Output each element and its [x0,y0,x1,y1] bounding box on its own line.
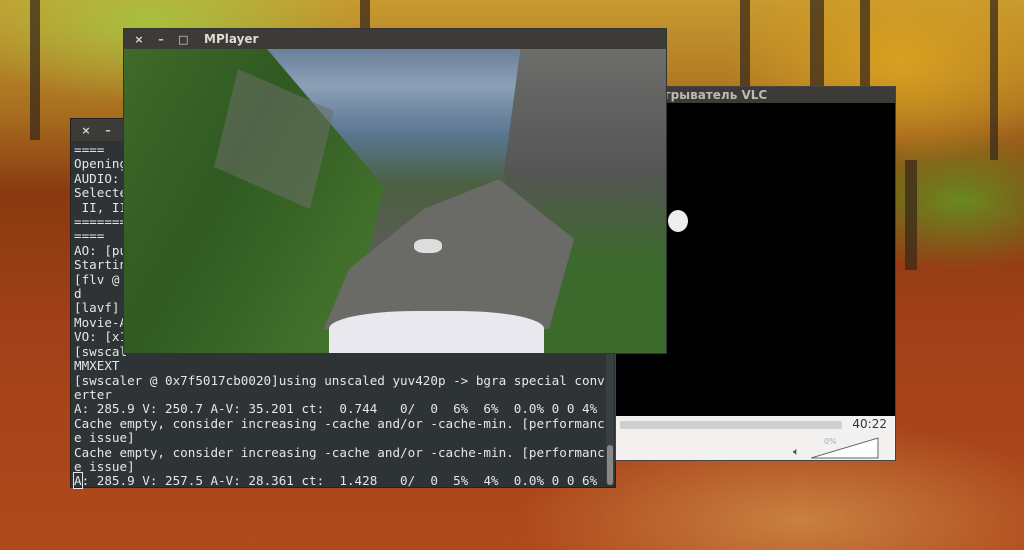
terminal-line: MMXEXT [74,358,120,374]
volume-slider[interactable] [811,437,879,459]
close-button[interactable]: × [81,124,91,137]
duration-label: 40:22 [852,417,887,431]
terminal-line: A: 285.9 V: 257.5 A-V: 28.361 ct: 1.428 … [73,472,605,490]
seek-bar[interactable] [620,421,842,429]
terminal-status-text: : 285.9 V: 257.5 A-V: 28.361 ct: 1.428 0… [81,473,598,489]
terminal-cursor: A [73,472,83,490]
minimize-button[interactable]: – [103,124,113,137]
terminal-line: Cache empty, consider increasing -cache … [74,415,605,431]
mplayer-titlebar[interactable]: × – □ MPlayer [124,29,666,49]
close-button[interactable]: × [134,33,144,46]
mplayer-window[interactable]: × – □ MPlayer [123,28,667,354]
minimize-button[interactable]: – [156,33,166,46]
mplayer-video-frame[interactable] [124,49,666,353]
speaker-icon[interactable]: 🔈︎ [793,445,800,459]
maximize-button[interactable]: □ [178,33,188,46]
terminal-line: A: 285.9 V: 250.7 A-V: 35.201 ct: 0.744 … [74,401,598,417]
terminal-line: erter [74,386,112,402]
video-frame-fragment [668,210,688,232]
terminal-line: e issue] [74,430,135,446]
scrollbar-thumb[interactable] [607,445,613,485]
terminal-line: [swscaler @ 0x7f5017cb0020]using unscale… [74,372,605,388]
window-title: MPlayer [204,32,259,46]
terminal-line: Cache empty, consider increasing -cache … [74,444,605,460]
